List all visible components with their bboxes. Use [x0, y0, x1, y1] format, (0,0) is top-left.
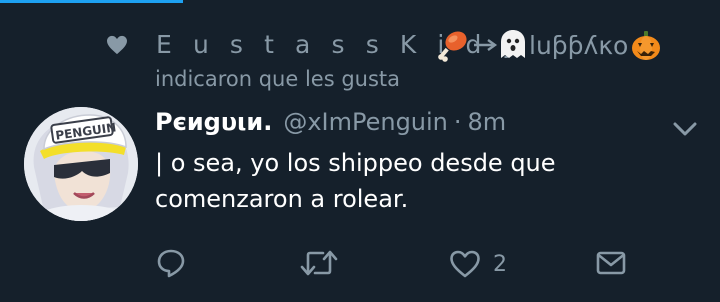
- author-handle[interactable]: @xImPenguin: [283, 108, 448, 136]
- tab-indicator: [0, 0, 183, 3]
- separator-dot: ·: [453, 108, 462, 136]
- retweet-icon: [300, 250, 338, 276]
- tweet-text: | o sea, yo los shippeo desde que comenz…: [155, 145, 675, 217]
- chevron-down-icon[interactable]: [672, 120, 698, 138]
- reply-icon: [157, 249, 185, 278]
- avatar[interactable]: PENGUIN: [24, 107, 138, 221]
- author-name[interactable]: Pєиgυιи.: [155, 108, 272, 136]
- user-name-decorations: luƥƥʎκο: [438, 28, 668, 62]
- like-button[interactable]: 2: [449, 248, 507, 280]
- retweet-button[interactable]: [299, 248, 339, 280]
- heart-icon: [107, 35, 127, 55]
- like-count: 2: [493, 251, 507, 277]
- ghost-emoji: [501, 30, 525, 58]
- reply-button[interactable]: [156, 248, 186, 280]
- tweet-text-line: comenzaron a rolear.: [155, 185, 409, 213]
- direct-message-button[interactable]: [595, 248, 627, 280]
- tweet-text-line: | o sea, yo los shippeo desde que: [155, 149, 556, 177]
- pumpkin-emoji: [632, 31, 660, 60]
- user-name-tail: luƥƥʎκο: [529, 31, 628, 60]
- social-context-action: indicaron que les gusta: [155, 67, 401, 91]
- tweet-header: Pєиgυιи. @xImPenguin · 8m: [155, 108, 506, 142]
- drumstick-emoji: [438, 31, 467, 62]
- arrow-icon: [474, 39, 498, 51]
- tweet-timestamp[interactable]: 8m: [468, 108, 507, 136]
- like-icon: [450, 250, 480, 278]
- message-icon: [596, 251, 626, 275]
